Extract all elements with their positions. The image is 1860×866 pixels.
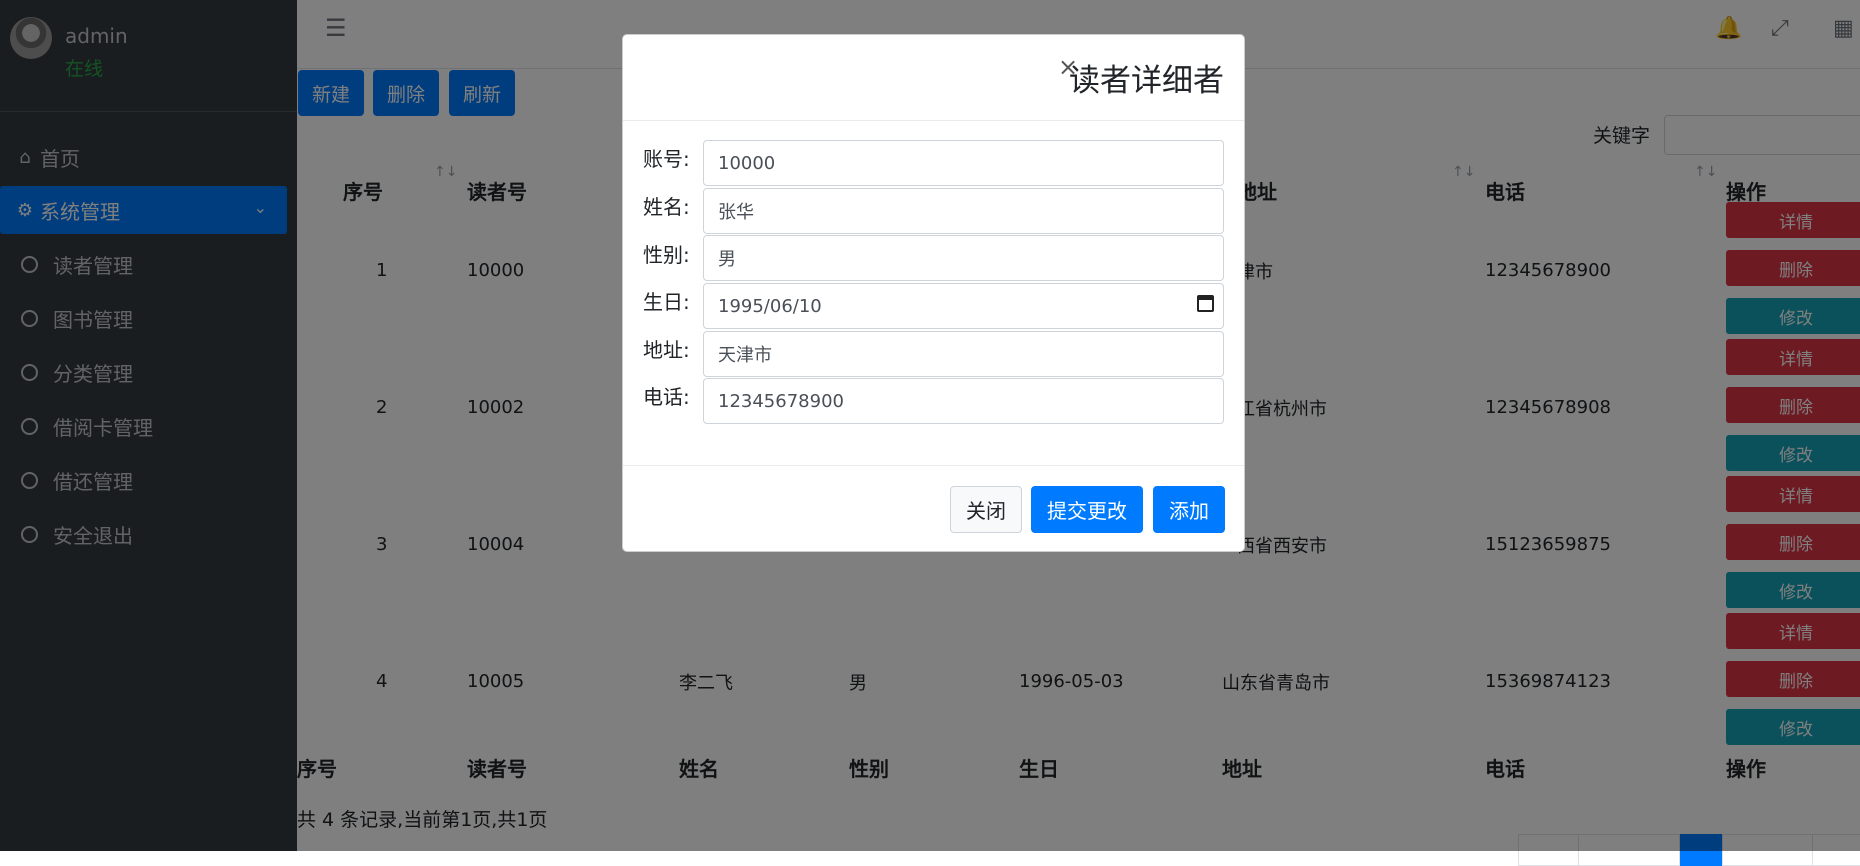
birthday-field[interactable] [703, 283, 1224, 329]
name-label: 姓名: [643, 195, 690, 219]
modal-header: × 读者详细者 [623, 35, 1244, 121]
modal-title: 读者详细者 [1069, 63, 1224, 99]
address-field[interactable] [703, 331, 1224, 377]
modal-footer: 关闭 提交更改 添加 [623, 465, 1244, 553]
calendar-icon[interactable] [1197, 295, 1214, 312]
birthday-wrapper [703, 283, 1224, 329]
birthday-label: 生日: [643, 290, 690, 314]
add-button[interactable]: 添加 [1153, 486, 1225, 533]
close-button[interactable]: 关闭 [950, 486, 1022, 533]
submit-changes-button[interactable]: 提交更改 [1031, 486, 1143, 533]
address-label: 地址: [643, 338, 690, 362]
reader-detail-modal: × 读者详细者 账号: 姓名: 性别: 生日: 地址: 电话: 关闭 提交更改 … [622, 34, 1245, 552]
phone-label: 电话: [643, 385, 690, 409]
phone-field[interactable] [703, 378, 1224, 424]
gender-field[interactable] [703, 235, 1224, 281]
name-field[interactable] [703, 188, 1224, 234]
gender-label: 性别: [643, 243, 690, 267]
account-label: 账号: [643, 147, 690, 171]
account-field[interactable] [703, 140, 1224, 186]
